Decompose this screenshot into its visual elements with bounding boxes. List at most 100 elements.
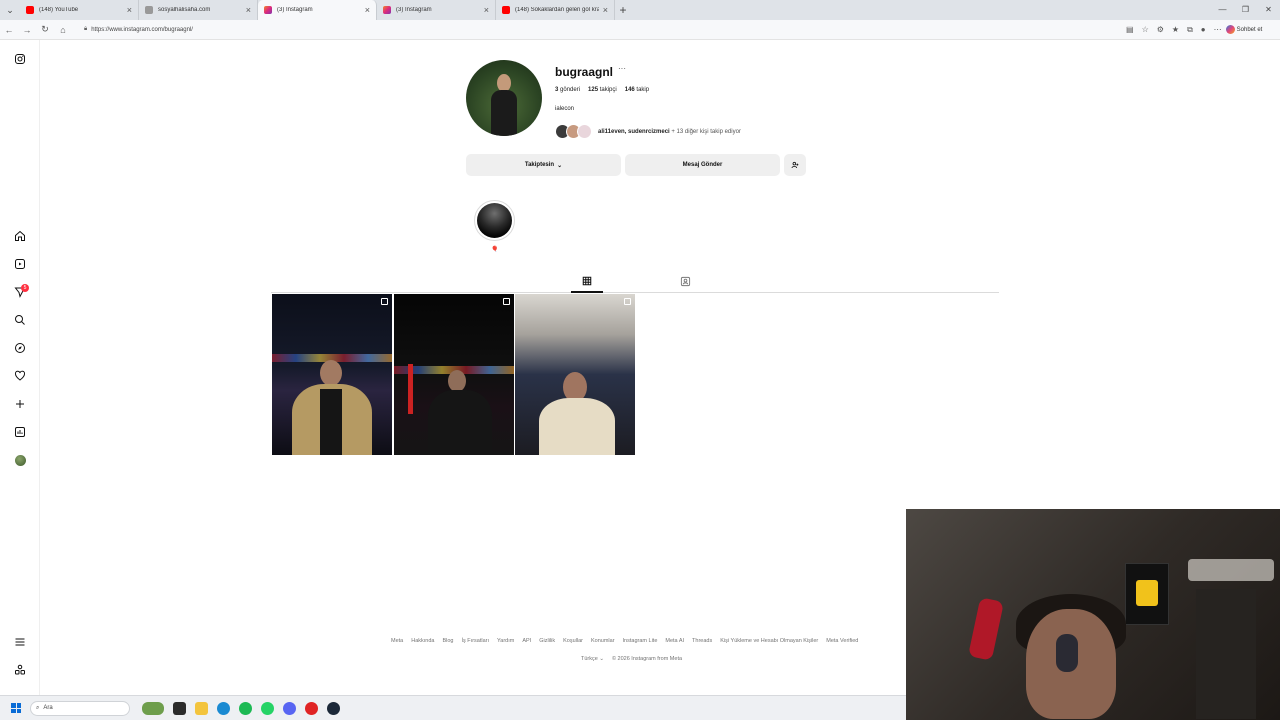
following-stat[interactable]: 146 takip [625, 87, 649, 93]
discord-icon[interactable] [283, 701, 296, 715]
copyright-text: © 2026 Instagram from Meta [611, 656, 683, 662]
close-tab-icon[interactable]: × [246, 5, 251, 15]
footer-link[interactable]: Meta AI [665, 638, 684, 644]
tab-title: (3) Instagram [396, 7, 432, 13]
profile-stats: 3 gönderi 125 takipçi 146 takip [555, 87, 649, 93]
game-launcher-icon[interactable] [305, 701, 318, 715]
close-tab-icon[interactable]: × [484, 5, 489, 15]
language-label: Türkçe [581, 656, 598, 662]
explore-compass-icon[interactable] [12, 340, 28, 356]
carousel-icon [381, 298, 388, 305]
favorite-star-icon[interactable]: ☆ [1142, 25, 1149, 34]
footer-link[interactable]: Instagram Lite [623, 638, 658, 644]
active-tab-indicator [571, 291, 603, 293]
collections-icon[interactable]: ⧉ [1187, 25, 1193, 35]
post-thumbnail[interactable] [272, 294, 392, 455]
language-selector[interactable]: Türkçe ⌄ [581, 656, 604, 662]
close-tab-icon[interactable]: × [127, 5, 132, 15]
notifications-heart-icon[interactable] [12, 368, 28, 384]
taskbar-search[interactable]: ⌕ Ara [30, 700, 130, 716]
url-field[interactable]: 🔒︎ https://www.instagram.com/bugraagnl/ [78, 23, 1118, 37]
posts-stat: 3 gönderi [555, 87, 580, 93]
more-menu-icon[interactable] [12, 634, 28, 650]
posts-grid-tab-icon[interactable] [580, 274, 594, 288]
footer-meta: Türkçe ⌄ © 2026 Instagram from Meta [581, 656, 682, 662]
post-thumbnail[interactable] [515, 294, 635, 455]
task-view-icon[interactable] [173, 701, 186, 715]
footer-link[interactable]: Koşullar [563, 638, 583, 644]
reload-icon[interactable]: ↻ [36, 24, 54, 35]
browser-tab-youtube-video[interactable]: (148) Sokaklardan gelen gol kralı... × [496, 0, 615, 20]
followers-stat[interactable]: 125 takipçi [588, 87, 617, 93]
carousel-icon [503, 298, 510, 305]
youtube-favicon-icon [502, 6, 510, 14]
followed-by-row[interactable]: ali11even, sudenrcizmeci + 13 diğer kişi… [555, 124, 741, 139]
url-text: https://www.instagram.com/bugraagnl/ [91, 26, 193, 33]
tab-actions-icon[interactable]: ⌄ [0, 0, 20, 20]
suggested-users-button[interactable] [784, 154, 806, 176]
footer-link[interactable]: Kişi Yükleme ve Hesabı Olmayan Kişiler [720, 638, 818, 644]
close-window-icon[interactable]: ✕ [1257, 0, 1280, 20]
footer-link[interactable]: Hakkında [411, 638, 434, 644]
profile-options-icon[interactable]: ··· [618, 64, 626, 73]
forward-arrow-icon[interactable]: → [18, 25, 36, 35]
tagged-tab-icon[interactable] [678, 274, 692, 288]
widgets-icon[interactable] [142, 701, 164, 715]
carousel-icon [624, 298, 631, 305]
footer-link[interactable]: Threads [692, 638, 712, 644]
profile-bio: ialecon [555, 106, 575, 112]
youtube-favicon-icon [26, 6, 34, 14]
send-message-button[interactable]: Mesaj Gönder [625, 154, 780, 176]
tab-title: (148) Sokaklardan gelen gol kralı... [515, 7, 599, 13]
reels-icon[interactable] [12, 256, 28, 272]
extensions-icon[interactable]: ⚙ [1157, 25, 1164, 34]
search-icon[interactable] [12, 312, 28, 328]
following-button-label: Takiptesin [524, 162, 555, 168]
footer-link[interactable]: Blog [442, 638, 453, 644]
profile-icon[interactable]: ● [1201, 25, 1206, 34]
windows-taskbar: ⌕ Ara [0, 695, 906, 720]
footer-link[interactable]: Gizlilik [539, 638, 555, 644]
maximize-icon[interactable]: ❐ [1234, 0, 1257, 20]
post-thumbnail[interactable] [394, 294, 514, 455]
more-menu-icon[interactable]: ⋯ [1214, 25, 1222, 34]
profile-picture[interactable] [466, 60, 542, 136]
home-icon[interactable] [12, 228, 28, 244]
footer-link[interactable]: Konumlar [591, 638, 615, 644]
file-explorer-icon[interactable] [195, 701, 208, 715]
browser-tab-instagram[interactable]: (3) Instagram × [377, 0, 496, 20]
send-message-label: Mesaj Gönder [682, 162, 723, 168]
browser-tab-youtube[interactable]: (148) YouTube × [20, 0, 139, 20]
dashboard-icon[interactable] [12, 424, 28, 440]
edge-browser-icon[interactable] [217, 701, 230, 715]
home-icon[interactable]: ⌂ [54, 25, 72, 35]
minimize-icon[interactable]: — [1211, 0, 1234, 20]
reader-view-icon[interactable]: ▤ [1126, 25, 1134, 34]
copilot-button[interactable]: Sohbet et [1225, 25, 1262, 34]
footer-link[interactable]: Meta Verified [826, 638, 858, 644]
address-bar-icons: ▤ ☆ ⚙ ★ ⧉ ● ⋯ [1126, 25, 1222, 35]
story-highlight[interactable] [474, 200, 515, 241]
steam-icon[interactable] [327, 701, 340, 715]
instagram-logo-icon[interactable] [12, 51, 28, 67]
search-icon: ⌕ [36, 704, 40, 711]
profile-avatar-icon[interactable] [12, 452, 28, 468]
footer-link[interactable]: İş Fırsatları [462, 638, 490, 644]
close-tab-icon[interactable]: × [603, 5, 608, 15]
whatsapp-icon[interactable] [261, 701, 274, 715]
close-tab-icon[interactable]: × [365, 5, 370, 15]
create-plus-icon[interactable] [12, 396, 28, 412]
browser-tab-instagram-active[interactable]: (3) Instagram × [258, 0, 377, 20]
browser-tab-sosyalhalisaha[interactable]: sosyalhalisaha.com × [139, 0, 258, 20]
footer-link[interactable]: Yardım [497, 638, 514, 644]
meta-apps-icon[interactable] [12, 662, 28, 678]
followers-label: takipçi [599, 87, 617, 93]
windows-start-icon[interactable] [11, 703, 21, 713]
back-arrow-icon[interactable]: ← [0, 25, 18, 35]
new-tab-button[interactable]: + [615, 3, 631, 17]
following-button[interactable]: Takiptesin ⌄ [466, 154, 621, 176]
spotify-icon[interactable] [239, 701, 252, 715]
favorites-icon[interactable]: ★ [1172, 25, 1179, 34]
footer-link[interactable]: API [522, 638, 531, 644]
footer-link[interactable]: Meta [391, 638, 403, 644]
